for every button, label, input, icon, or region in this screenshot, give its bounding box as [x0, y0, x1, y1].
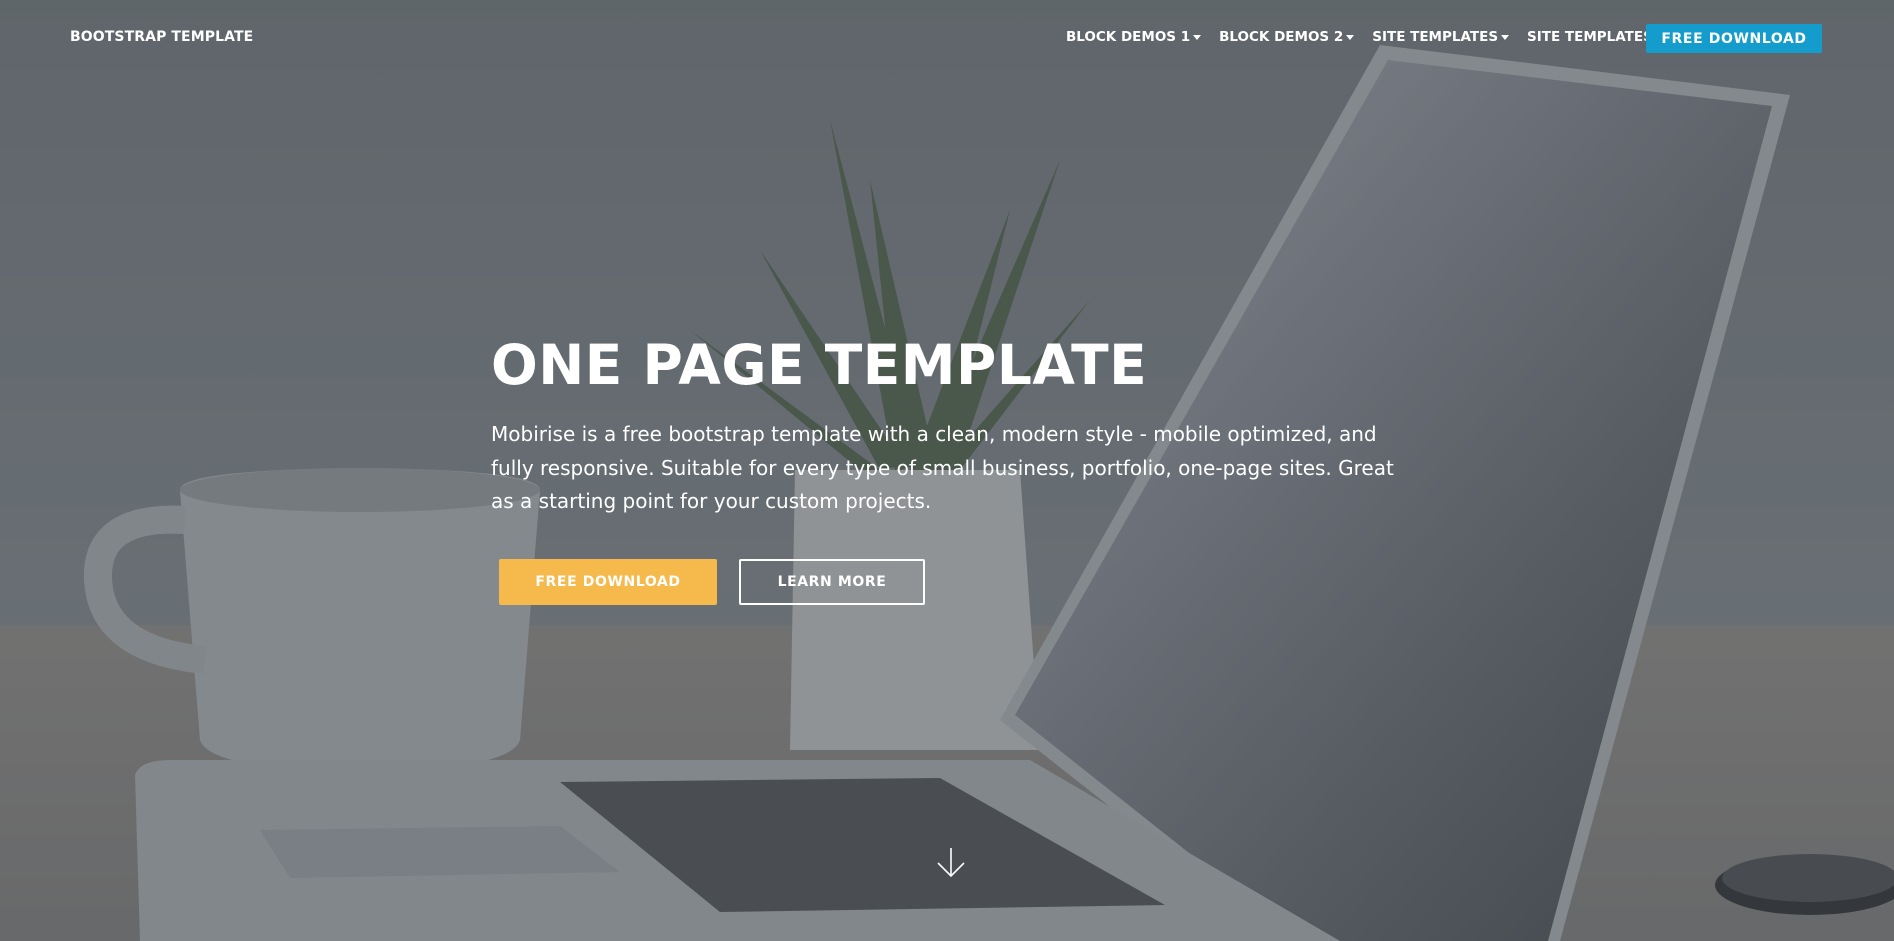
brand-logo-link[interactable]: BOOTSTRAP TEMPLATE	[70, 29, 253, 45]
free-download-button[interactable]: FREE DOWNLOAD	[499, 559, 717, 605]
hero-section: BOOTSTRAP TEMPLATE BLOCK DEMOS 1 BLOCK D…	[0, 0, 1894, 941]
caret-down-icon	[1193, 35, 1202, 40]
nav-menu: BLOCK DEMOS 1 BLOCK DEMOS 2 SITE TEMPLAT…	[1066, 29, 1696, 45]
nav-item-block-demos-2[interactable]: BLOCK DEMOS 2	[1219, 29, 1355, 45]
hero-content: ONE PAGE TEMPLATE Mobirise is a free boo…	[491, 330, 1431, 605]
nav-item-label: BLOCK DEMOS 2	[1219, 29, 1344, 45]
nav-item-block-demos-1[interactable]: BLOCK DEMOS 1	[1066, 29, 1202, 45]
hero-buttons: FREE DOWNLOAD LEARN MORE	[499, 559, 925, 605]
caret-down-icon	[1346, 35, 1355, 40]
arrow-down-icon[interactable]	[931, 846, 971, 882]
hero-title: ONE PAGE TEMPLATE	[491, 333, 1148, 397]
hero-description: Mobirise is a free bootstrap template wi…	[491, 422, 1394, 513]
navbar: BOOTSTRAP TEMPLATE BLOCK DEMOS 1 BLOCK D…	[0, 0, 1894, 78]
nav-free-download-button[interactable]: FREE DOWNLOAD	[1646, 24, 1822, 53]
caret-down-icon	[1501, 35, 1510, 40]
nav-item-site-templates[interactable]: SITE TEMPLATES	[1372, 29, 1510, 45]
nav-item-label: SITE TEMPLATES	[1372, 29, 1499, 45]
learn-more-button[interactable]: LEARN MORE	[739, 559, 925, 605]
nav-item-label: BLOCK DEMOS 1	[1066, 29, 1191, 45]
